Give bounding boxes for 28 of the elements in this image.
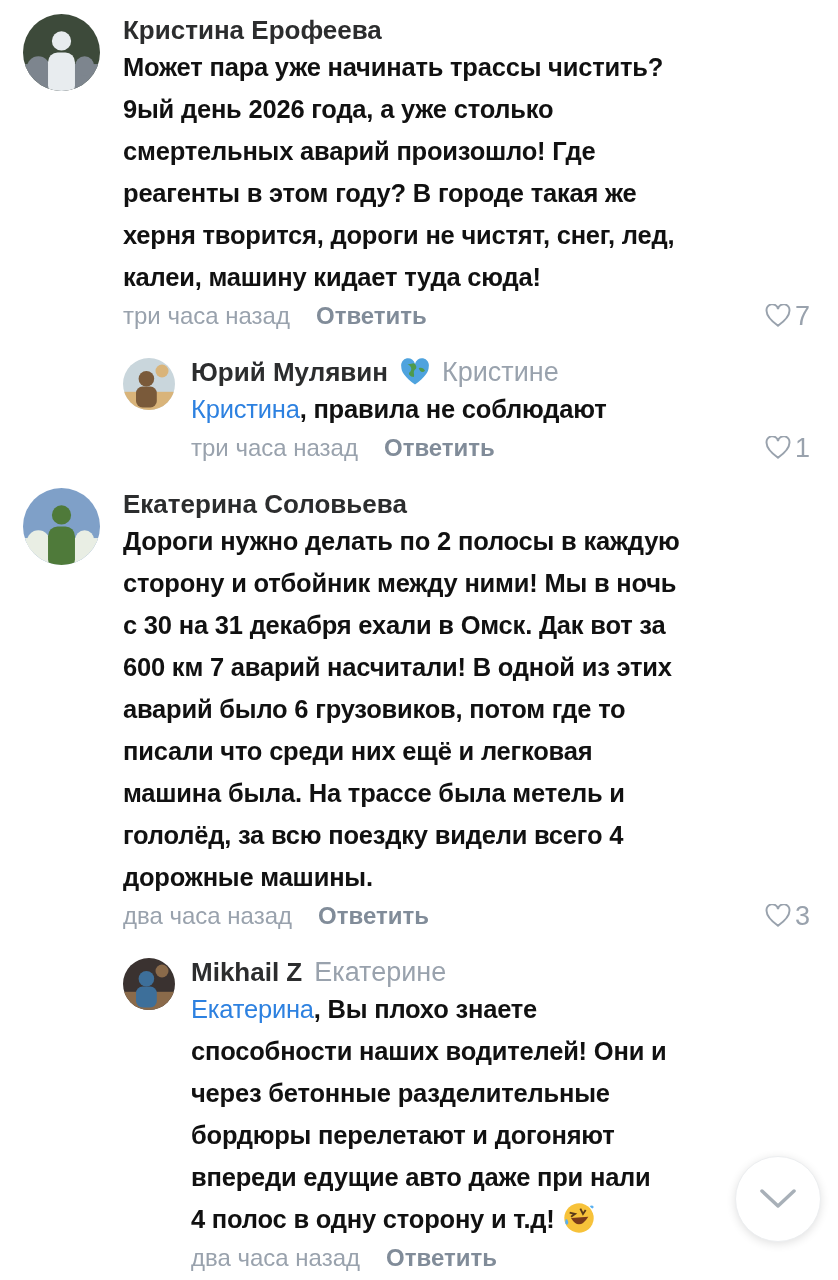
author-name[interactable]: Юрий Мулявин — [191, 356, 389, 388]
author-name[interactable]: Mikhail Z — [191, 956, 303, 988]
comment-text: Может пара уже начинать трассы чистить? 9ый день 2026 года, а уже столько смертельных аварий произошло! Где реагенты в этом году? В городе такая же херня творится, дороги не чистят, снег, лед, калеи, машину кидает туда сюда! — [123, 52, 675, 293]
reply-button[interactable]: Ответить — [318, 902, 429, 930]
comment-time: три часа назад — [123, 302, 290, 330]
chevron-down-icon — [758, 1187, 798, 1211]
reply-target[interactable]: Екатерине — [314, 956, 447, 988]
comment-time: два часа назад — [191, 1244, 361, 1272]
comment-time: два часа назад — [123, 902, 293, 930]
mention-link[interactable]: Екатерина — [191, 995, 314, 1023]
like-button[interactable]: 3 — [764, 900, 810, 932]
heart-icon — [764, 904, 791, 928]
reply-button[interactable]: Ответить — [383, 434, 495, 462]
heart-icon — [764, 304, 791, 328]
author-name[interactable]: Екатерина Соловьева — [123, 488, 407, 520]
author-name[interactable]: Кристина Ерофеева — [123, 14, 382, 46]
reply-button[interactable]: Ответить — [386, 1244, 497, 1272]
comment-text: Екатерина, Вы плохо знаете способности наших водителей! Они и через бетонные разделительные бордюры перелетают и догоняют впереди едущие авто даже при нали 4 полос в одну сторону и т.д! — [191, 994, 667, 1236]
comment-time: три часа назад — [191, 434, 358, 462]
reply-button[interactable]: Ответить — [315, 302, 427, 330]
scroll-down-button[interactable] — [735, 1156, 821, 1242]
comment-text: Дороги нужно делать по 2 полосы в каждую сторону и отбойник между ними! Мы в ночь с 30 на 31 декабря ехали в Омск. Дак вот за 600 км 7 аварий насчитали! В одной из этих аварий было 6 грузовиков, потом где то писали что среди них ещё и легковая машина была. На трассе была метель и гололёд, за всю поездку видели всего 4 дорожные машины. — [123, 526, 680, 893]
heart-icon — [764, 436, 791, 460]
like-button[interactable]: 7 — [764, 300, 810, 332]
reply-target[interactable]: Кристине — [442, 356, 559, 388]
comment-text: Кристина, правила не соблюдают — [191, 394, 607, 425]
mention-link[interactable]: Кристина — [191, 395, 300, 423]
like-button[interactable]: 1 — [764, 432, 810, 464]
